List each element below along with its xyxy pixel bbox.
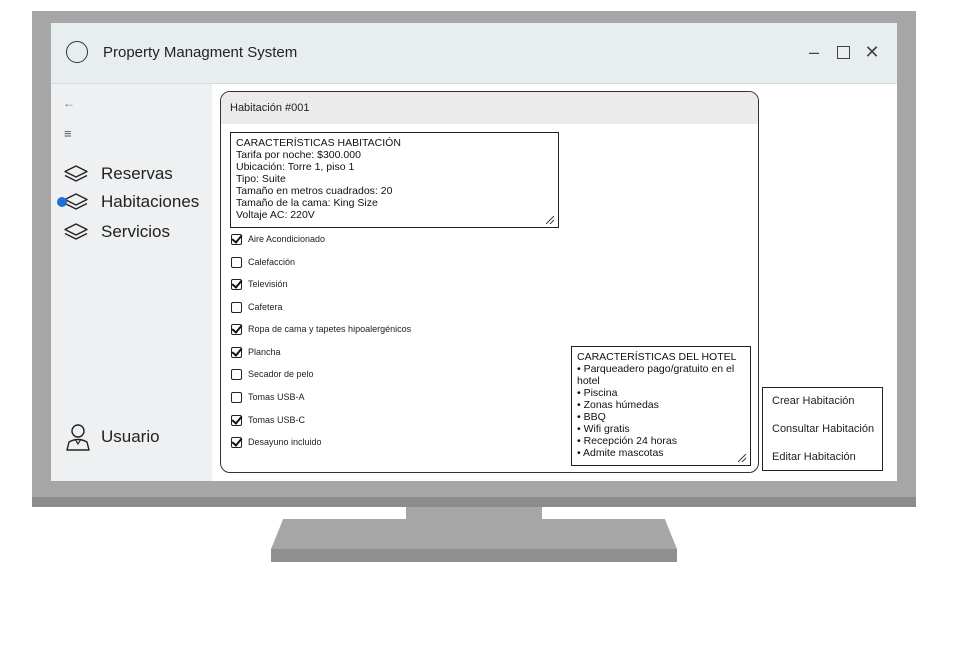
- checkbox-label: Desayuno incluido: [248, 437, 322, 447]
- checkbox-label: Tomas USB-A: [248, 392, 305, 402]
- text-line: CARACTERÍSTICAS HABITACIÓN: [236, 137, 401, 149]
- text-line: • Admite mascotas: [577, 447, 664, 459]
- checkbox[interactable]: [231, 323, 242, 335]
- app-window: Property Managment System – ✕ ← ≡ Reserv…: [51, 23, 897, 481]
- checkbox-label: Tomas USB-C: [248, 415, 306, 425]
- sidebar-item-servicios[interactable]: Servicios: [63, 219, 170, 245]
- sidebar-item-label: Servicios: [101, 222, 170, 241]
- sidebar-item-reservas[interactable]: Reservas: [63, 161, 173, 187]
- amenity-checkbox[interactable]: Desayuno incluido: [231, 435, 322, 449]
- create-room-link[interactable]: Crear Habitación: [772, 395, 855, 407]
- text-line: • Piscina: [577, 387, 618, 399]
- active-indicator: [57, 197, 67, 207]
- text-line: CARACTERÍSTICAS DEL HOTEL: [577, 351, 737, 363]
- amenity-checkbox[interactable]: Ropa de cama y tapetes hipoalergénicos: [231, 322, 411, 336]
- checkbox[interactable]: [231, 233, 242, 245]
- layers-icon: [64, 223, 88, 240]
- consult-room-link[interactable]: Consultar Habitación: [772, 423, 874, 435]
- amenity-checkbox[interactable]: Cafetera: [231, 300, 283, 314]
- edit-room-link[interactable]: Editar Habitación: [772, 451, 856, 463]
- amenity-checkbox[interactable]: Secador de pelo: [231, 367, 314, 381]
- app-logo-icon: [66, 41, 88, 63]
- resize-handle-icon[interactable]: [546, 216, 554, 224]
- monitor-bezel: [32, 497, 916, 507]
- checkbox[interactable]: [231, 256, 242, 268]
- amenity-checkbox[interactable]: Calefacción: [231, 255, 295, 269]
- app-title: Property Managment System: [103, 44, 298, 61]
- user-menu[interactable]: Usuario: [65, 423, 160, 451]
- checkbox[interactable]: [231, 414, 242, 426]
- hotel-characteristics-textarea[interactable]: CARACTERÍSTICAS DEL HOTEL • Parqueadero …: [571, 346, 751, 466]
- user-label: Usuario: [101, 427, 160, 446]
- actions-menu: Crear Habitación Consultar Habitación Ed…: [762, 387, 883, 471]
- amenity-checkbox[interactable]: Tomas USB-C: [231, 413, 305, 427]
- text-line: Voltaje AC: 220V: [236, 209, 315, 221]
- checkbox[interactable]: [231, 346, 242, 358]
- checkbox[interactable]: [231, 436, 242, 448]
- panel-header: Habitación #001: [221, 92, 758, 124]
- sidebar-item-label: Habitaciones: [101, 192, 200, 211]
- text-line: • Wifi gratis: [577, 423, 630, 435]
- sidebar: ← ≡ Reservas Habitaciones Servicios Usua…: [51, 84, 212, 481]
- close-icon[interactable]: ✕: [861, 41, 883, 63]
- checkbox-label: Plancha: [248, 347, 281, 357]
- minimize-icon[interactable]: –: [803, 41, 825, 63]
- resize-handle-icon[interactable]: [738, 454, 746, 462]
- text-line: Tamaño de la cama: King Size: [236, 197, 378, 209]
- checkbox[interactable]: [231, 301, 242, 313]
- checkbox-label: Televisión: [248, 279, 288, 289]
- user-icon: [66, 424, 90, 451]
- checkbox-label: Calefacción: [248, 257, 296, 267]
- text-line: • BBQ: [577, 411, 606, 423]
- text-line: Ubicación: Torre 1, piso 1: [236, 161, 355, 173]
- checkbox[interactable]: [231, 278, 242, 290]
- back-arrow-icon[interactable]: ←: [63, 96, 75, 110]
- checkbox[interactable]: [231, 368, 242, 380]
- text-line: Tarifa por noche: $300.000: [236, 149, 361, 161]
- text-line: Tamaño en metros cuadrados: 20: [236, 185, 393, 197]
- amenity-checkbox[interactable]: Plancha: [231, 345, 281, 359]
- text-line: • Parqueadero pago/gratuito en el hotel: [577, 363, 735, 387]
- room-characteristics-textarea[interactable]: CARACTERÍSTICAS HABITACIÓN Tarifa por no…: [230, 132, 559, 228]
- text-line: Tipo: Suite: [236, 173, 286, 185]
- checkbox-label: Aire Acondicionado: [248, 234, 326, 244]
- amenity-checkbox[interactable]: Tomas USB-A: [231, 390, 305, 404]
- checkbox[interactable]: [231, 391, 242, 403]
- panel-title: Habitación #001: [230, 102, 310, 114]
- text-line: • Zonas húmedas: [577, 399, 659, 411]
- hamburger-menu-icon[interactable]: ≡: [64, 126, 72, 141]
- layers-icon: [64, 165, 88, 182]
- text-line: • Recepción 24 horas: [577, 435, 677, 447]
- monitor-stand-shadow: [271, 549, 677, 562]
- checkbox-label: Ropa de cama y tapetes hipoalergénicos: [248, 324, 412, 334]
- sidebar-item-label: Reservas: [101, 164, 173, 183]
- maximize-icon[interactable]: [832, 41, 854, 63]
- sidebar-item-habitaciones[interactable]: Habitaciones: [57, 189, 200, 215]
- amenity-checkbox[interactable]: Televisión: [231, 277, 288, 291]
- amenity-checkbox[interactable]: Aire Acondicionado: [231, 232, 325, 246]
- room-detail-panel: Habitación #001 CARACTERÍSTICAS HABITACI…: [220, 91, 759, 473]
- checkbox-label: Cafetera: [248, 302, 283, 312]
- title-bar: Property Managment System – ✕: [51, 23, 897, 84]
- checkbox-label: Secador de pelo: [248, 369, 314, 379]
